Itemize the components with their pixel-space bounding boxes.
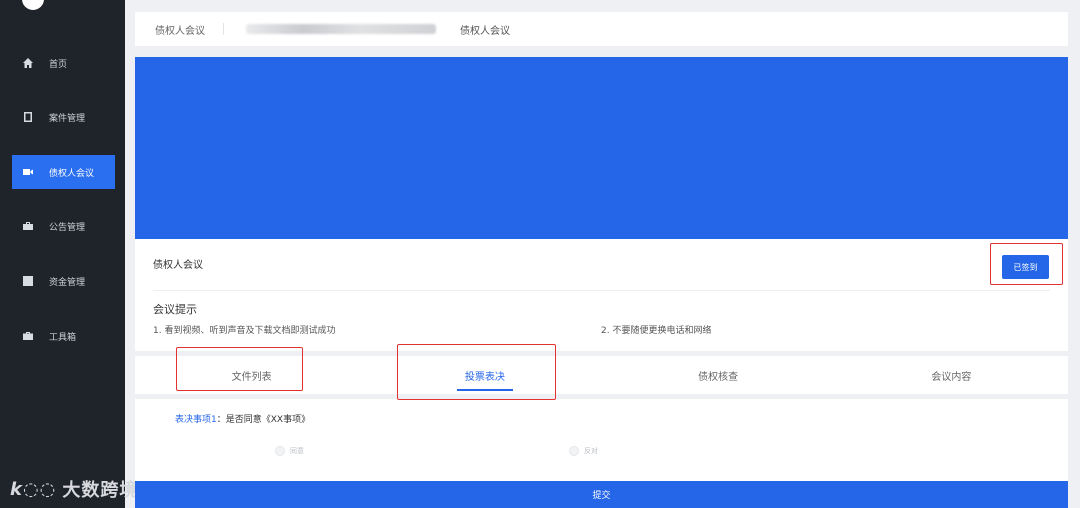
meeting-tip-2: 2. 不要随便更换电话和网络 (601, 326, 712, 336)
watermark-text: 大数跨境 (62, 480, 139, 501)
briefcase-icon (21, 219, 35, 233)
tab-claim-review[interactable]: 债权核查 (602, 356, 835, 394)
sidebar-item-toolbox[interactable]: 工具箱 (12, 319, 115, 353)
highlight-box-signed (990, 243, 1063, 285)
breadcrumb-item-current: 债权人会议 (460, 25, 510, 37)
sidebar-item-label: 资金管理 (49, 277, 86, 288)
toolbox-icon (21, 329, 35, 343)
radio-oppose-label: 反对 (584, 447, 598, 455)
sidebar-item-home[interactable]: 首页 (12, 46, 115, 80)
breadcrumb-item-meeting[interactable]: 债权人会议 (135, 22, 205, 37)
sidebar-item-label: 首页 (49, 59, 68, 70)
divider (153, 290, 1050, 291)
meeting-title: 债权人会议 (153, 260, 203, 271)
sidebar-item-label: 公告管理 (49, 222, 86, 233)
highlight-box-file-list (176, 347, 303, 391)
sidebar-item-funds[interactable]: 资金管理 (12, 264, 115, 298)
sidebar-item-announcements[interactable]: 公告管理 (12, 209, 115, 243)
watermark: k◌◌ 大数跨境 (10, 476, 138, 502)
vote-item-text: ：是否同意《XX事项》 (216, 415, 311, 425)
app-logo (22, 0, 44, 10)
highlight-box-voting (397, 344, 556, 400)
meeting-tips-title: 会议提示 (153, 303, 197, 316)
radio-agree-label: 同意 (290, 447, 304, 455)
meeting-info-card: 债权人会议 已签到 会议提示 1. 看到视频、听到声音及下载文档即测试成功 2.… (135, 239, 1068, 351)
sidebar-item-label: 债权人会议 (49, 168, 95, 179)
sidebar-item-creditor-meeting[interactable]: 债权人会议 (12, 155, 115, 189)
sidebar-item-label: 工具箱 (49, 332, 77, 343)
radio-oppose[interactable]: 反对 (569, 446, 598, 456)
submit-button[interactable]: 提交 (135, 481, 1068, 508)
breadcrumb-separator (223, 23, 224, 35)
meeting-tip-1: 1. 看到视频、听到声音及下载文档即测试成功 (153, 326, 336, 336)
home-icon (21, 56, 35, 70)
vote-panel: 表决事项1：是否同意《XX事项》 同意 反对 (135, 399, 1068, 481)
watermark-logo: k◌◌ (10, 478, 57, 500)
tab-meeting-content[interactable]: 会议内容 (835, 356, 1068, 394)
radio-agree[interactable]: 同意 (275, 446, 304, 456)
video-icon (21, 165, 35, 179)
sidebar-item-label: 案件管理 (49, 113, 86, 124)
video-player[interactable] (135, 57, 1068, 239)
sidebar-item-cases[interactable]: 案件管理 (12, 100, 115, 134)
breadcrumb-item-redacted (246, 24, 436, 34)
breadcrumb: 债权人会议 债权人会议 (135, 12, 1068, 46)
yen-icon (21, 274, 35, 288)
sidebar: 首页 案件管理 债权人会议 公告管理 资金管理 工具箱 (0, 0, 125, 508)
radio-circle[interactable] (275, 446, 285, 456)
radio-circle[interactable] (569, 446, 579, 456)
vote-item: 表决事项1：是否同意《XX事项》 (175, 412, 310, 425)
vote-item-label: 表决事项1 (175, 415, 217, 425)
book-icon (21, 110, 35, 124)
